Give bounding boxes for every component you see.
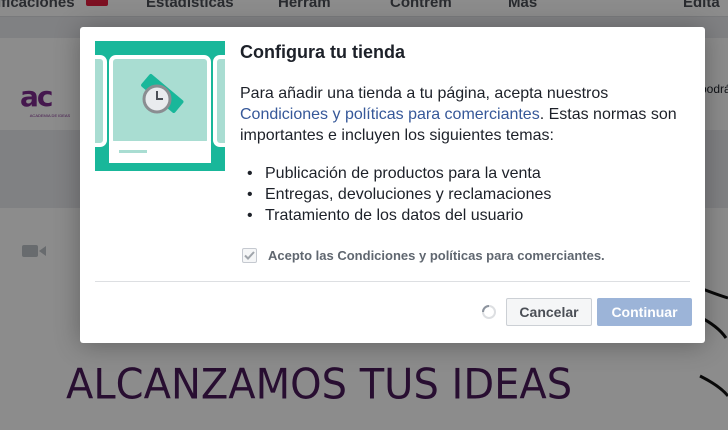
description-text: Para añadir una tienda a tu página, acep… bbox=[240, 85, 609, 102]
list-item: Tratamiento de los datos del usuario bbox=[247, 205, 551, 226]
dialog-title: Configura tu tienda bbox=[240, 42, 405, 62]
dialog-description: Para añadir una tienda a tu página, acep… bbox=[240, 83, 692, 146]
accept-terms-row[interactable]: Acepto las Condiciones y políticas para … bbox=[242, 246, 605, 264]
loading-spinner-icon bbox=[482, 305, 496, 319]
shop-illustration-icon bbox=[95, 41, 225, 171]
topics-list: Publicación de productos para la venta E… bbox=[240, 163, 551, 226]
merchant-terms-link[interactable]: Condiciones y políticas para comerciante… bbox=[240, 106, 540, 123]
dialog-footer-divider bbox=[95, 281, 690, 282]
list-item: Entregas, devoluciones y reclamaciones bbox=[247, 184, 551, 205]
list-item: Publicación de productos para la venta bbox=[247, 163, 551, 184]
cancel-button[interactable]: Cancelar bbox=[506, 298, 592, 326]
accept-terms-label[interactable]: Acepto las Condiciones y políticas para … bbox=[268, 248, 605, 263]
setup-shop-dialog: Configura tu tienda Para añadir una tien… bbox=[80, 27, 705, 343]
accept-terms-checkbox[interactable] bbox=[242, 247, 257, 263]
checkmark-icon bbox=[244, 250, 255, 260]
continue-button[interactable]: Continuar bbox=[597, 298, 692, 326]
